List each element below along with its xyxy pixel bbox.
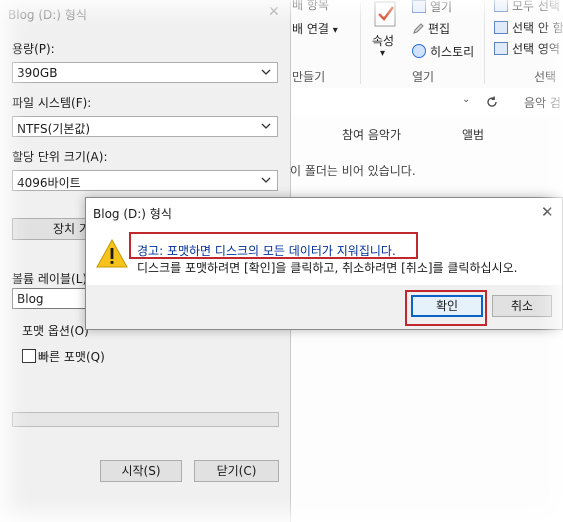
- ribbon-group-new: 만들기: [292, 70, 326, 84]
- chevron-down-icon: [261, 177, 271, 183]
- chevron-down-icon: [261, 69, 271, 75]
- column-album[interactable]: 앨범: [462, 126, 484, 143]
- ribbon-edit[interactable]: 편집: [412, 20, 450, 37]
- properties-button[interactable]: 속성: [372, 32, 394, 49]
- quick-format-checkbox[interactable]: [22, 349, 36, 363]
- volume-label-label: 볼륨 레이블(L): [12, 272, 88, 286]
- chevron-down-icon[interactable]: ▾: [380, 48, 385, 59]
- ribbon-select-none[interactable]: 선택 안 함: [494, 19, 563, 36]
- history-icon: [412, 44, 426, 58]
- ribbon-invert-selection[interactable]: 선택 영역: [494, 40, 560, 57]
- ribbon-open[interactable]: 열기: [412, 0, 452, 15]
- ribbon-separator: [484, 2, 485, 84]
- column-headers: 참여 음악가 앨범: [290, 118, 563, 146]
- edit-pen-icon: [413, 23, 424, 34]
- dropdown-arrow-icon: ▾: [332, 25, 338, 36]
- filesystem-label: 파일 시스템(F):: [12, 96, 92, 110]
- format-dialog-title: Blog (D:) 형식: [8, 8, 87, 22]
- ribbon-separator: [360, 2, 361, 84]
- ribbon-share-item[interactable]: 배 항목: [292, 0, 329, 13]
- warning-icon: [96, 239, 128, 268]
- ribbon-select-all[interactable]: 모두 선택: [494, 0, 560, 14]
- empty-folder-message: 이 폴더는 비어 있습니다.: [290, 164, 416, 178]
- start-button[interactable]: 시작(S): [100, 460, 182, 482]
- chevron-down-icon: [261, 123, 271, 129]
- ribbon-history[interactable]: 히스토리: [412, 43, 474, 60]
- close-button[interactable]: 닫기(C): [194, 460, 279, 482]
- ribbon-group-select: 선택: [534, 70, 557, 84]
- column-artist[interactable]: 참여 음악가: [342, 126, 401, 143]
- cancel-button[interactable]: 취소: [492, 295, 552, 317]
- filesystem-select[interactable]: NTFS(기본값): [12, 116, 278, 137]
- open-icon: [412, 0, 426, 13]
- properties-check-icon[interactable]: [372, 0, 400, 28]
- warning-dialog-title: Blog (D:) 형식: [93, 207, 172, 221]
- dialog-button-bar: 확인 취소: [86, 285, 562, 329]
- format-progress-bar: [12, 412, 279, 427]
- ribbon-group-open: 열기: [412, 70, 435, 84]
- capacity-select[interactable]: 390GB: [12, 62, 278, 83]
- capacity-label: 용량(P):: [12, 42, 55, 56]
- select-all-icon: [494, 0, 508, 12]
- quick-format-label[interactable]: 빠른 포맷(Q): [38, 348, 105, 365]
- select-none-icon: [494, 21, 508, 34]
- search-box[interactable]: 음악 검: [524, 94, 561, 111]
- allocation-unit-label: 할당 단위 크기(A):: [12, 150, 108, 164]
- refresh-icon[interactable]: [486, 96, 498, 108]
- warning-highlight-box: [129, 232, 418, 259]
- invert-selection-icon: [494, 42, 508, 55]
- chevron-down-icon[interactable]: ⌄: [462, 94, 470, 105]
- ribbon-open-with[interactable]: 배 연결 ▾: [292, 20, 338, 37]
- close-icon[interactable]: ✕: [268, 4, 280, 20]
- ok-highlight-box: [405, 290, 487, 326]
- allocation-unit-select[interactable]: 4096바이트: [12, 170, 278, 191]
- format-warning-dialog: Blog (D:) 형식 ✕ 경고: 포맷하면 디스크의 모든 데이터가 지워집…: [85, 197, 563, 330]
- close-icon[interactable]: ✕: [541, 203, 554, 221]
- instruction-message: 디스크를 포맷하려면 [확인]을 클릭하고, 취소하려면 [취소]를 클릭하십시…: [137, 261, 518, 275]
- format-options-label: 포맷 옵션(O): [22, 324, 89, 338]
- address-bar[interactable]: ⌄ 음악 검: [290, 88, 563, 116]
